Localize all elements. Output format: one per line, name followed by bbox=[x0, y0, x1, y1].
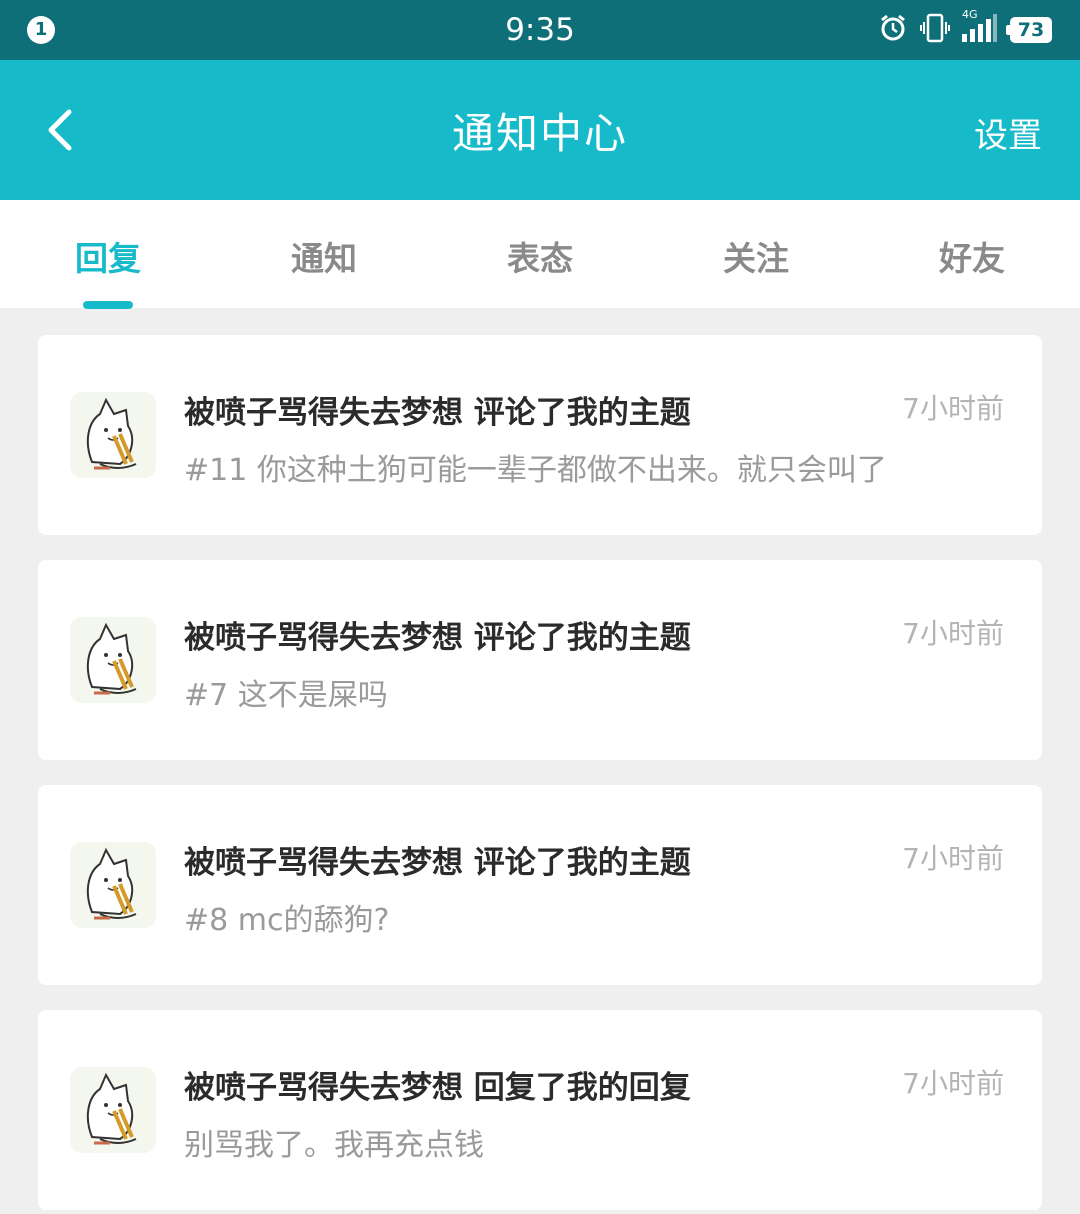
tab-friends[interactable]: 好友 bbox=[864, 200, 1080, 308]
notification-card[interactable]: 被喷子骂得失去梦想 评论了我的主题 7小时前 #7 这不是屎吗 bbox=[38, 560, 1042, 760]
signal-icon: 4G bbox=[962, 8, 998, 46]
notification-body: #11 你这种土狗可能一辈子都做不出来。就只会叫了 bbox=[184, 453, 887, 488]
notification-time: 7小时前 bbox=[902, 617, 1004, 650]
notification-time: 7小时前 bbox=[902, 392, 1004, 425]
tab-reactions[interactable]: 表态 bbox=[432, 200, 648, 308]
alarm-icon bbox=[878, 13, 908, 47]
notification-title: 被喷子骂得失去梦想 评论了我的主题 bbox=[184, 620, 691, 656]
battery-indicator: 73 bbox=[1006, 17, 1052, 43]
notification-body: #8 mc的舔狗? bbox=[184, 903, 390, 938]
notification-card[interactable]: 被喷子骂得失去梦想 评论了我的主题 7小时前 #8 mc的舔狗? bbox=[38, 785, 1042, 985]
tab-bar: 回复 通知 表态 关注 好友 bbox=[0, 200, 1080, 308]
app-bar: 通知中心 设置 bbox=[0, 60, 1080, 200]
notification-time: 7小时前 bbox=[902, 1067, 1004, 1100]
active-tab-indicator bbox=[83, 301, 133, 309]
notification-time: 7小时前 bbox=[902, 842, 1004, 875]
page-title: 通知中心 bbox=[451, 109, 628, 158]
vibrate-icon bbox=[920, 12, 950, 48]
notification-body: 别骂我了。我再充点钱 bbox=[184, 1128, 484, 1163]
avatar[interactable] bbox=[70, 1067, 156, 1153]
notification-list: 被喷子骂得失去梦想 评论了我的主题 7小时前 #11 你这种土狗可能一辈子都做不… bbox=[38, 335, 1042, 1214]
avatar[interactable] bbox=[70, 842, 156, 928]
notification-card[interactable]: 被喷子骂得失去梦想 评论了我的主题 7小时前 #11 你这种土狗可能一辈子都做不… bbox=[38, 335, 1042, 535]
notification-title: 被喷子骂得失去梦想 回复了我的回复 bbox=[184, 1070, 691, 1106]
notification-title: 被喷子骂得失去梦想 评论了我的主题 bbox=[184, 395, 691, 431]
tab-replies[interactable]: 回复 bbox=[0, 200, 216, 308]
avatar[interactable] bbox=[70, 617, 156, 703]
notification-body: #7 这不是屎吗 bbox=[184, 678, 388, 713]
avatar[interactable] bbox=[70, 392, 156, 478]
network-type-label: 4G bbox=[962, 8, 978, 21]
notification-card[interactable]: 被喷子骂得失去梦想 回复了我的回复 7小时前 别骂我了。我再充点钱 bbox=[38, 1010, 1042, 1210]
notification-title: 被喷子骂得失去梦想 评论了我的主题 bbox=[184, 845, 691, 881]
status-icons: 4G 73 bbox=[878, 8, 1052, 48]
settings-button[interactable]: 设置 bbox=[974, 108, 1042, 157]
tab-notifications[interactable]: 通知 bbox=[216, 200, 432, 308]
tab-follows[interactable]: 关注 bbox=[648, 200, 864, 308]
status-bar: 1 9:35 4G 73 bbox=[0, 0, 1080, 60]
